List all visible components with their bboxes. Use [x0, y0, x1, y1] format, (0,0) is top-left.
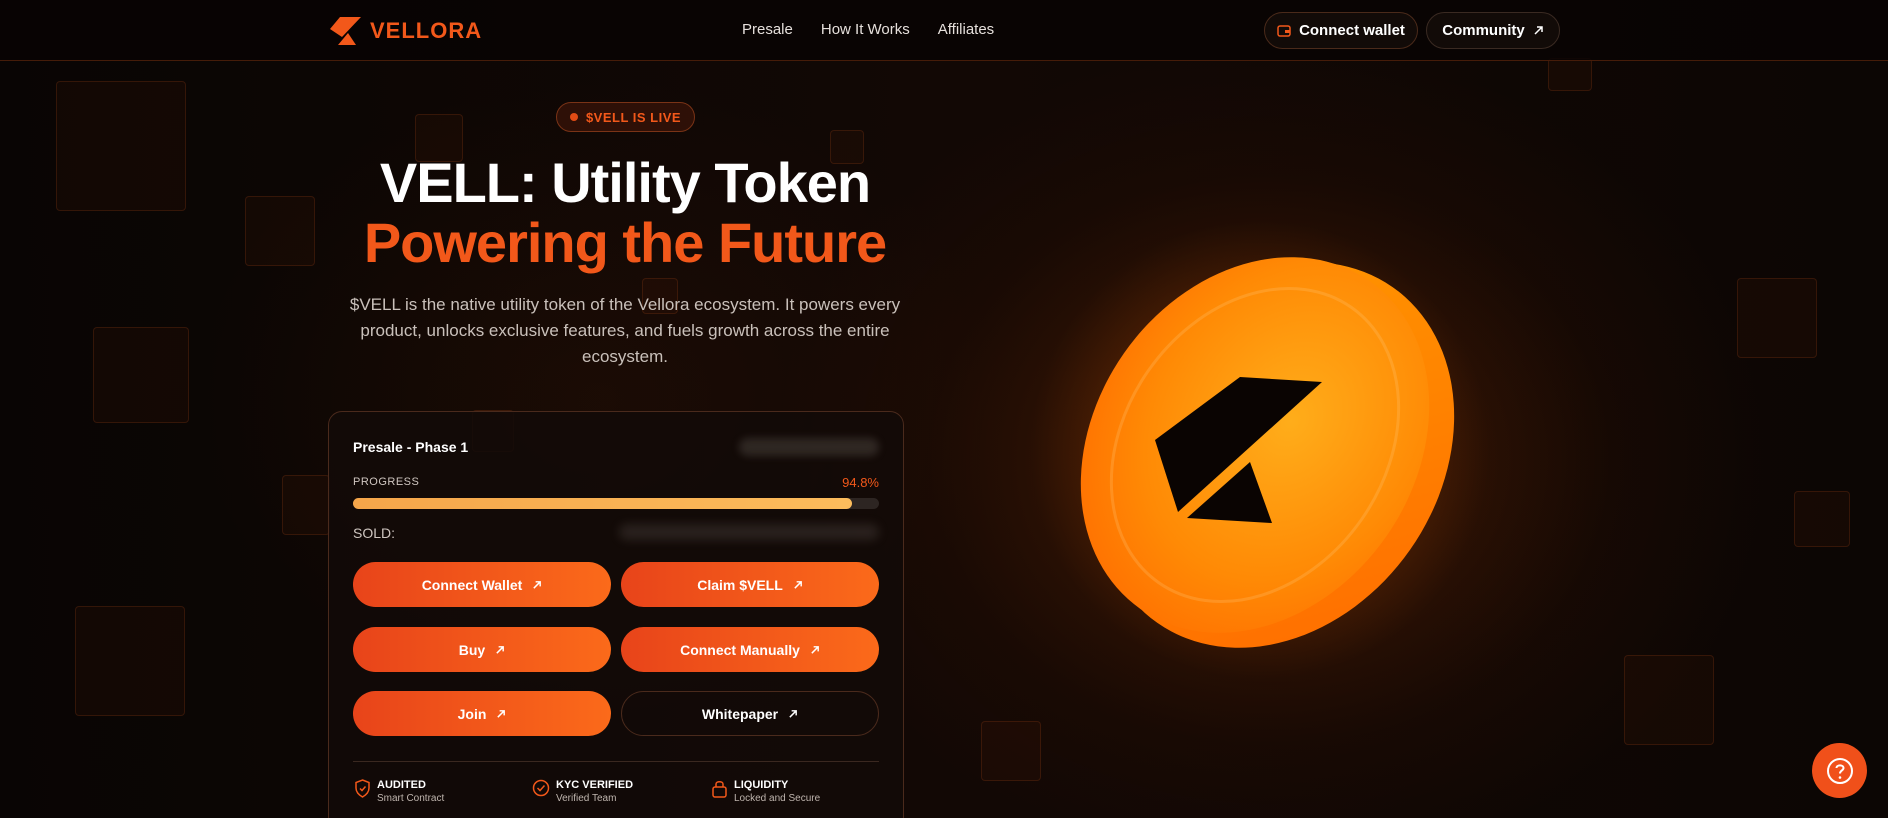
community-button[interactable]: Community [1426, 12, 1560, 49]
blurred-value [739, 438, 879, 456]
arrow-up-right-icon [1534, 26, 1543, 35]
whitepaper-button[interactable]: Whitepaper [621, 691, 879, 736]
help-icon [1826, 757, 1853, 784]
decor-square [282, 475, 330, 535]
connect-wallet-button-label: Connect Wallet [421, 576, 523, 593]
live-badge: $VELL IS LIVE [556, 102, 695, 132]
shield-icon [355, 779, 370, 798]
decor-square [981, 721, 1041, 781]
live-dot-icon [569, 113, 578, 121]
decor-square [245, 196, 315, 266]
nav-presale[interactable]: Presale [742, 21, 793, 38]
hero-title-line2: Powering the Future [363, 211, 887, 274]
connect-manually-button-label: Connect Manually [680, 641, 800, 658]
brand-name: VELLORA [370, 18, 483, 43]
feature-kyc: KYC VERIFIED Verified Team [532, 779, 633, 804]
decor-square [1794, 491, 1850, 547]
hero-description: $VELL is the native utility token of the… [349, 295, 901, 366]
blurred-sold-value [619, 524, 879, 540]
card-divider [353, 761, 879, 762]
connect-manually-button[interactable]: Connect Manually [621, 627, 879, 672]
logo-mark-icon [330, 17, 361, 45]
connect-wallet-label: Connect wallet [1299, 22, 1405, 39]
decor-square [56, 81, 186, 211]
main-nav: Presale How It Works Affiliates [742, 21, 994, 38]
decor-square [93, 327, 189, 423]
brand-logo[interactable]: VELLORA [328, 15, 482, 47]
arrow-up-right-icon [496, 645, 505, 654]
presale-title: Presale - Phase 1 [353, 439, 469, 455]
feature-subtitle: Locked and Secure [734, 793, 821, 804]
buy-button-label: Buy [458, 641, 486, 658]
feature-title: AUDITED [377, 779, 426, 791]
whitepaper-button-label: Whitepaper [701, 705, 779, 722]
live-badge-label: $VELL IS LIVE [585, 109, 682, 125]
feature-subtitle: Smart Contract [377, 793, 445, 804]
decor-square [75, 606, 185, 716]
vell-coin-icon [1080, 257, 1455, 648]
sold-label: SOLD: [353, 525, 396, 541]
arrow-up-right-icon [811, 645, 819, 654]
lock-icon [712, 781, 727, 798]
feature-liquidity: LIQUIDITY Locked and Secure [711, 779, 820, 804]
buy-button[interactable]: Buy [353, 627, 611, 672]
community-label: Community [1442, 22, 1525, 39]
claim-button[interactable]: Claim $VELL [621, 562, 879, 607]
connect-wallet-button[interactable]: Connect Wallet [353, 562, 611, 607]
feature-subtitle: Verified Team [556, 793, 617, 804]
background [0, 0, 1888, 818]
feature-audited: AUDITED Smart Contract [354, 779, 444, 804]
join-button-label: Join [457, 705, 487, 722]
arrow-up-right-icon [794, 580, 802, 589]
progress-bar [353, 498, 879, 509]
presale-card: Presale - Phase 1 PROGRESS 94.8% SOLD: C… [328, 411, 904, 818]
progress-value: 94.8% [842, 475, 879, 490]
nav-how-it-works[interactable]: How It Works [821, 21, 910, 38]
feature-title: KYC VERIFIED [556, 779, 634, 791]
nav-affiliates[interactable]: Affiliates [938, 21, 994, 38]
progress-fill [353, 498, 852, 509]
decor-square [1548, 58, 1592, 91]
claim-button-label: Claim $VELL [697, 576, 783, 593]
progress-label: PROGRESS [353, 476, 420, 488]
wallet-icon [1277, 24, 1291, 37]
hero-title-line1: VELL: Utility Token [379, 151, 871, 214]
check-badge-icon [532, 779, 550, 797]
arrow-up-right-icon [497, 709, 506, 718]
arrow-up-right-icon [789, 709, 798, 718]
header-connect-wallet-button[interactable]: Connect wallet [1264, 12, 1418, 49]
site-header: VELLORA Presale How It Works Affiliates … [0, 0, 1888, 61]
arrow-up-right-icon [533, 580, 542, 589]
decor-square [1737, 278, 1817, 358]
help-button[interactable] [1812, 743, 1867, 798]
feature-title: LIQUIDITY [734, 779, 789, 791]
join-button[interactable]: Join [353, 691, 611, 736]
decor-square [1624, 655, 1714, 745]
